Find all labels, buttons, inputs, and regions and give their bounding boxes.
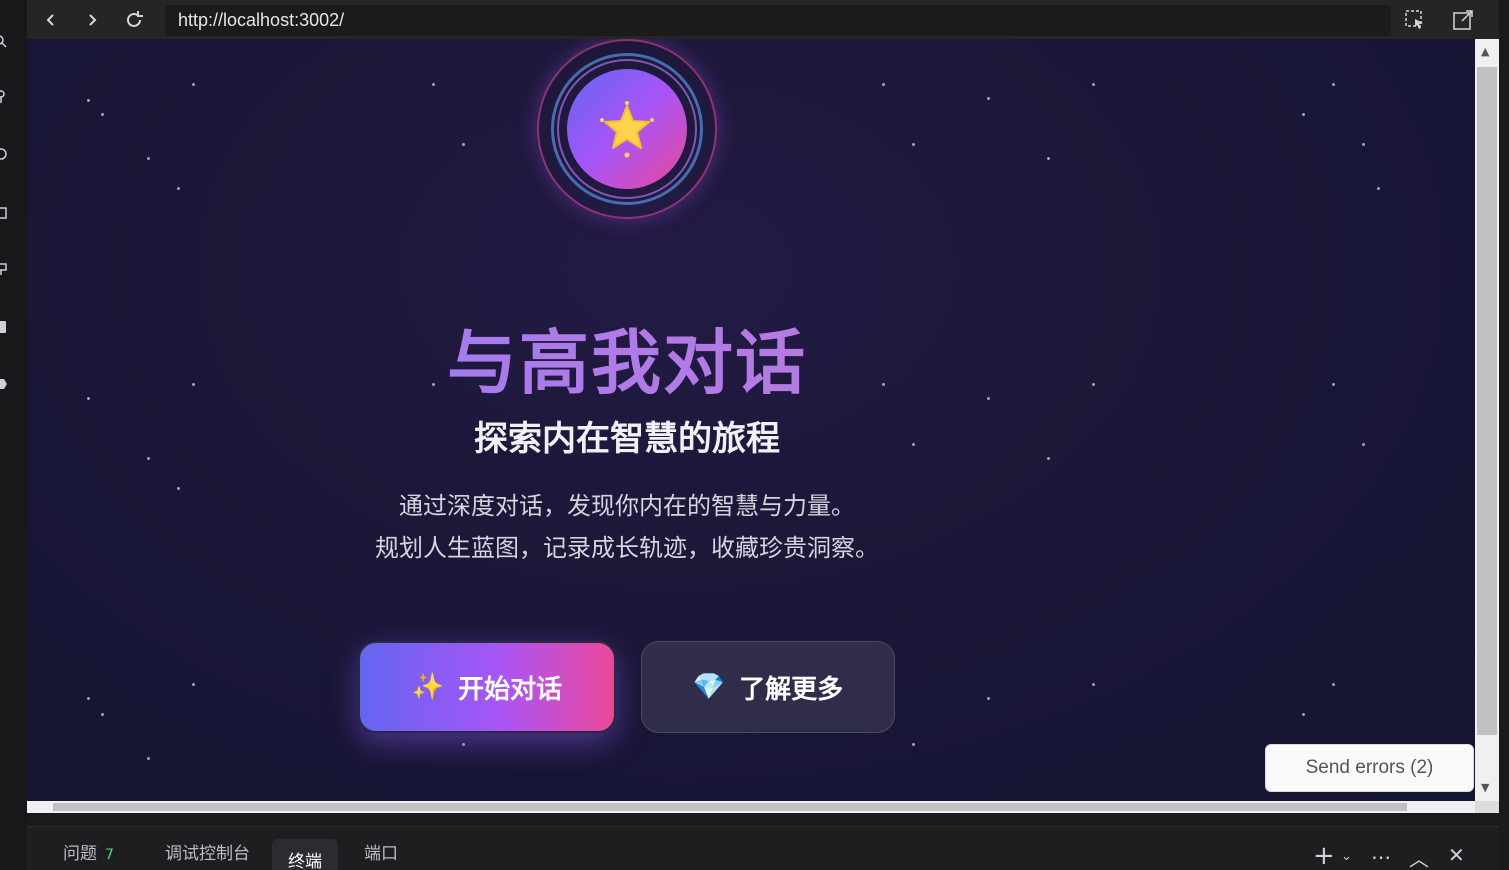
start-conversation-button[interactable]: ✨ 开始对话 xyxy=(358,641,616,733)
learn-more-button[interactable]: 💎 了解更多 xyxy=(641,641,895,733)
chevron-down-icon[interactable]: ⌄ xyxy=(1341,849,1352,864)
reload-button[interactable] xyxy=(122,8,146,32)
horizontal-scrollbar[interactable] xyxy=(27,801,1475,813)
description-line-1: 通过深度对话，发现你内在的智慧与力量。 xyxy=(399,492,855,520)
extensions-icon[interactable] xyxy=(0,206,8,220)
search-icon[interactable] xyxy=(0,35,8,49)
hero-description: 通过深度对话，发现你内在的智慧与力量。 规划人生蓝图，记录成长轨迹，收藏珍贵洞察… xyxy=(27,485,1227,569)
app-logo xyxy=(537,39,717,219)
hero-subtitle: 探索内在智慧的旅程 xyxy=(474,419,780,459)
chevron-right-icon xyxy=(89,14,97,26)
file-icon[interactable] xyxy=(0,320,8,334)
forward-button[interactable] xyxy=(80,8,104,32)
select-element-icon xyxy=(1405,10,1423,29)
learn-more-label: 了解更多 xyxy=(739,674,844,705)
remote-explorer-icon[interactable] xyxy=(0,262,8,276)
scrollbar-corner xyxy=(1475,801,1499,813)
scroll-down-icon[interactable]: ▼ xyxy=(1481,781,1489,794)
gem-icon: 💎 xyxy=(692,672,726,702)
problems-count-badge: 7 xyxy=(105,847,114,863)
vertical-scrollbar[interactable]: ▲ ▼ xyxy=(1475,39,1499,801)
hero-title: 与高我对话 xyxy=(27,307,1227,408)
tag-icon[interactable] xyxy=(0,377,8,391)
start-conversation-label: 开始对话 xyxy=(458,674,563,705)
sparkles-icon: ✨ xyxy=(411,672,445,702)
open-external-button[interactable] xyxy=(1451,8,1475,32)
source-control-icon[interactable] xyxy=(0,90,8,104)
vertical-scroll-thumb[interactable] xyxy=(1477,67,1497,735)
bottom-panel: 问题 7 调试控制台 终端 端口 + ⌄ ⋯ ︿ ✕ xyxy=(27,826,1499,870)
description-line-2: 规划人生蓝图，记录成长轨迹，收藏珍贵洞察。 xyxy=(375,534,879,562)
more-actions-icon[interactable]: ⋯ xyxy=(1371,845,1391,869)
tab-terminal[interactable]: 终端 xyxy=(272,839,338,870)
activity-bar xyxy=(0,0,27,870)
external-link-icon xyxy=(1453,10,1473,30)
new-terminal-icon[interactable]: + xyxy=(1313,841,1335,870)
horizontal-scroll-thumb[interactable] xyxy=(53,803,1407,811)
inspect-element-button[interactable] xyxy=(1403,8,1427,32)
scroll-up-icon[interactable]: ▲ xyxy=(1481,45,1489,58)
debug-icon[interactable] xyxy=(0,147,8,161)
tab-problems[interactable]: 问题 7 xyxy=(63,839,114,864)
star-icon xyxy=(600,101,654,158)
send-errors-button[interactable]: Send errors (2) xyxy=(1265,744,1474,792)
tab-ports[interactable]: 端口 xyxy=(364,839,398,864)
browser-toolbar: http://localhost:3002/ xyxy=(27,0,1499,39)
url-input[interactable]: http://localhost:3002/ xyxy=(165,5,1391,36)
reload-icon xyxy=(127,11,143,27)
maximize-panel-icon[interactable]: ︿ xyxy=(1409,843,1429,870)
page-viewport: 与高我对话 探索内在智慧的旅程 通过深度对话，发现你内在的智慧与力量。 规划人生… xyxy=(27,39,1475,801)
chevron-left-icon xyxy=(46,14,54,26)
back-button[interactable] xyxy=(39,8,63,32)
close-panel-icon[interactable]: ✕ xyxy=(1448,843,1465,867)
tab-debug-console[interactable]: 调试控制台 xyxy=(165,839,250,864)
tab-problems-label: 问题 xyxy=(63,844,97,864)
app-window: http://localhost:3002/ 与高我对话 探索内在智慧的旅程 通… xyxy=(0,0,1509,870)
